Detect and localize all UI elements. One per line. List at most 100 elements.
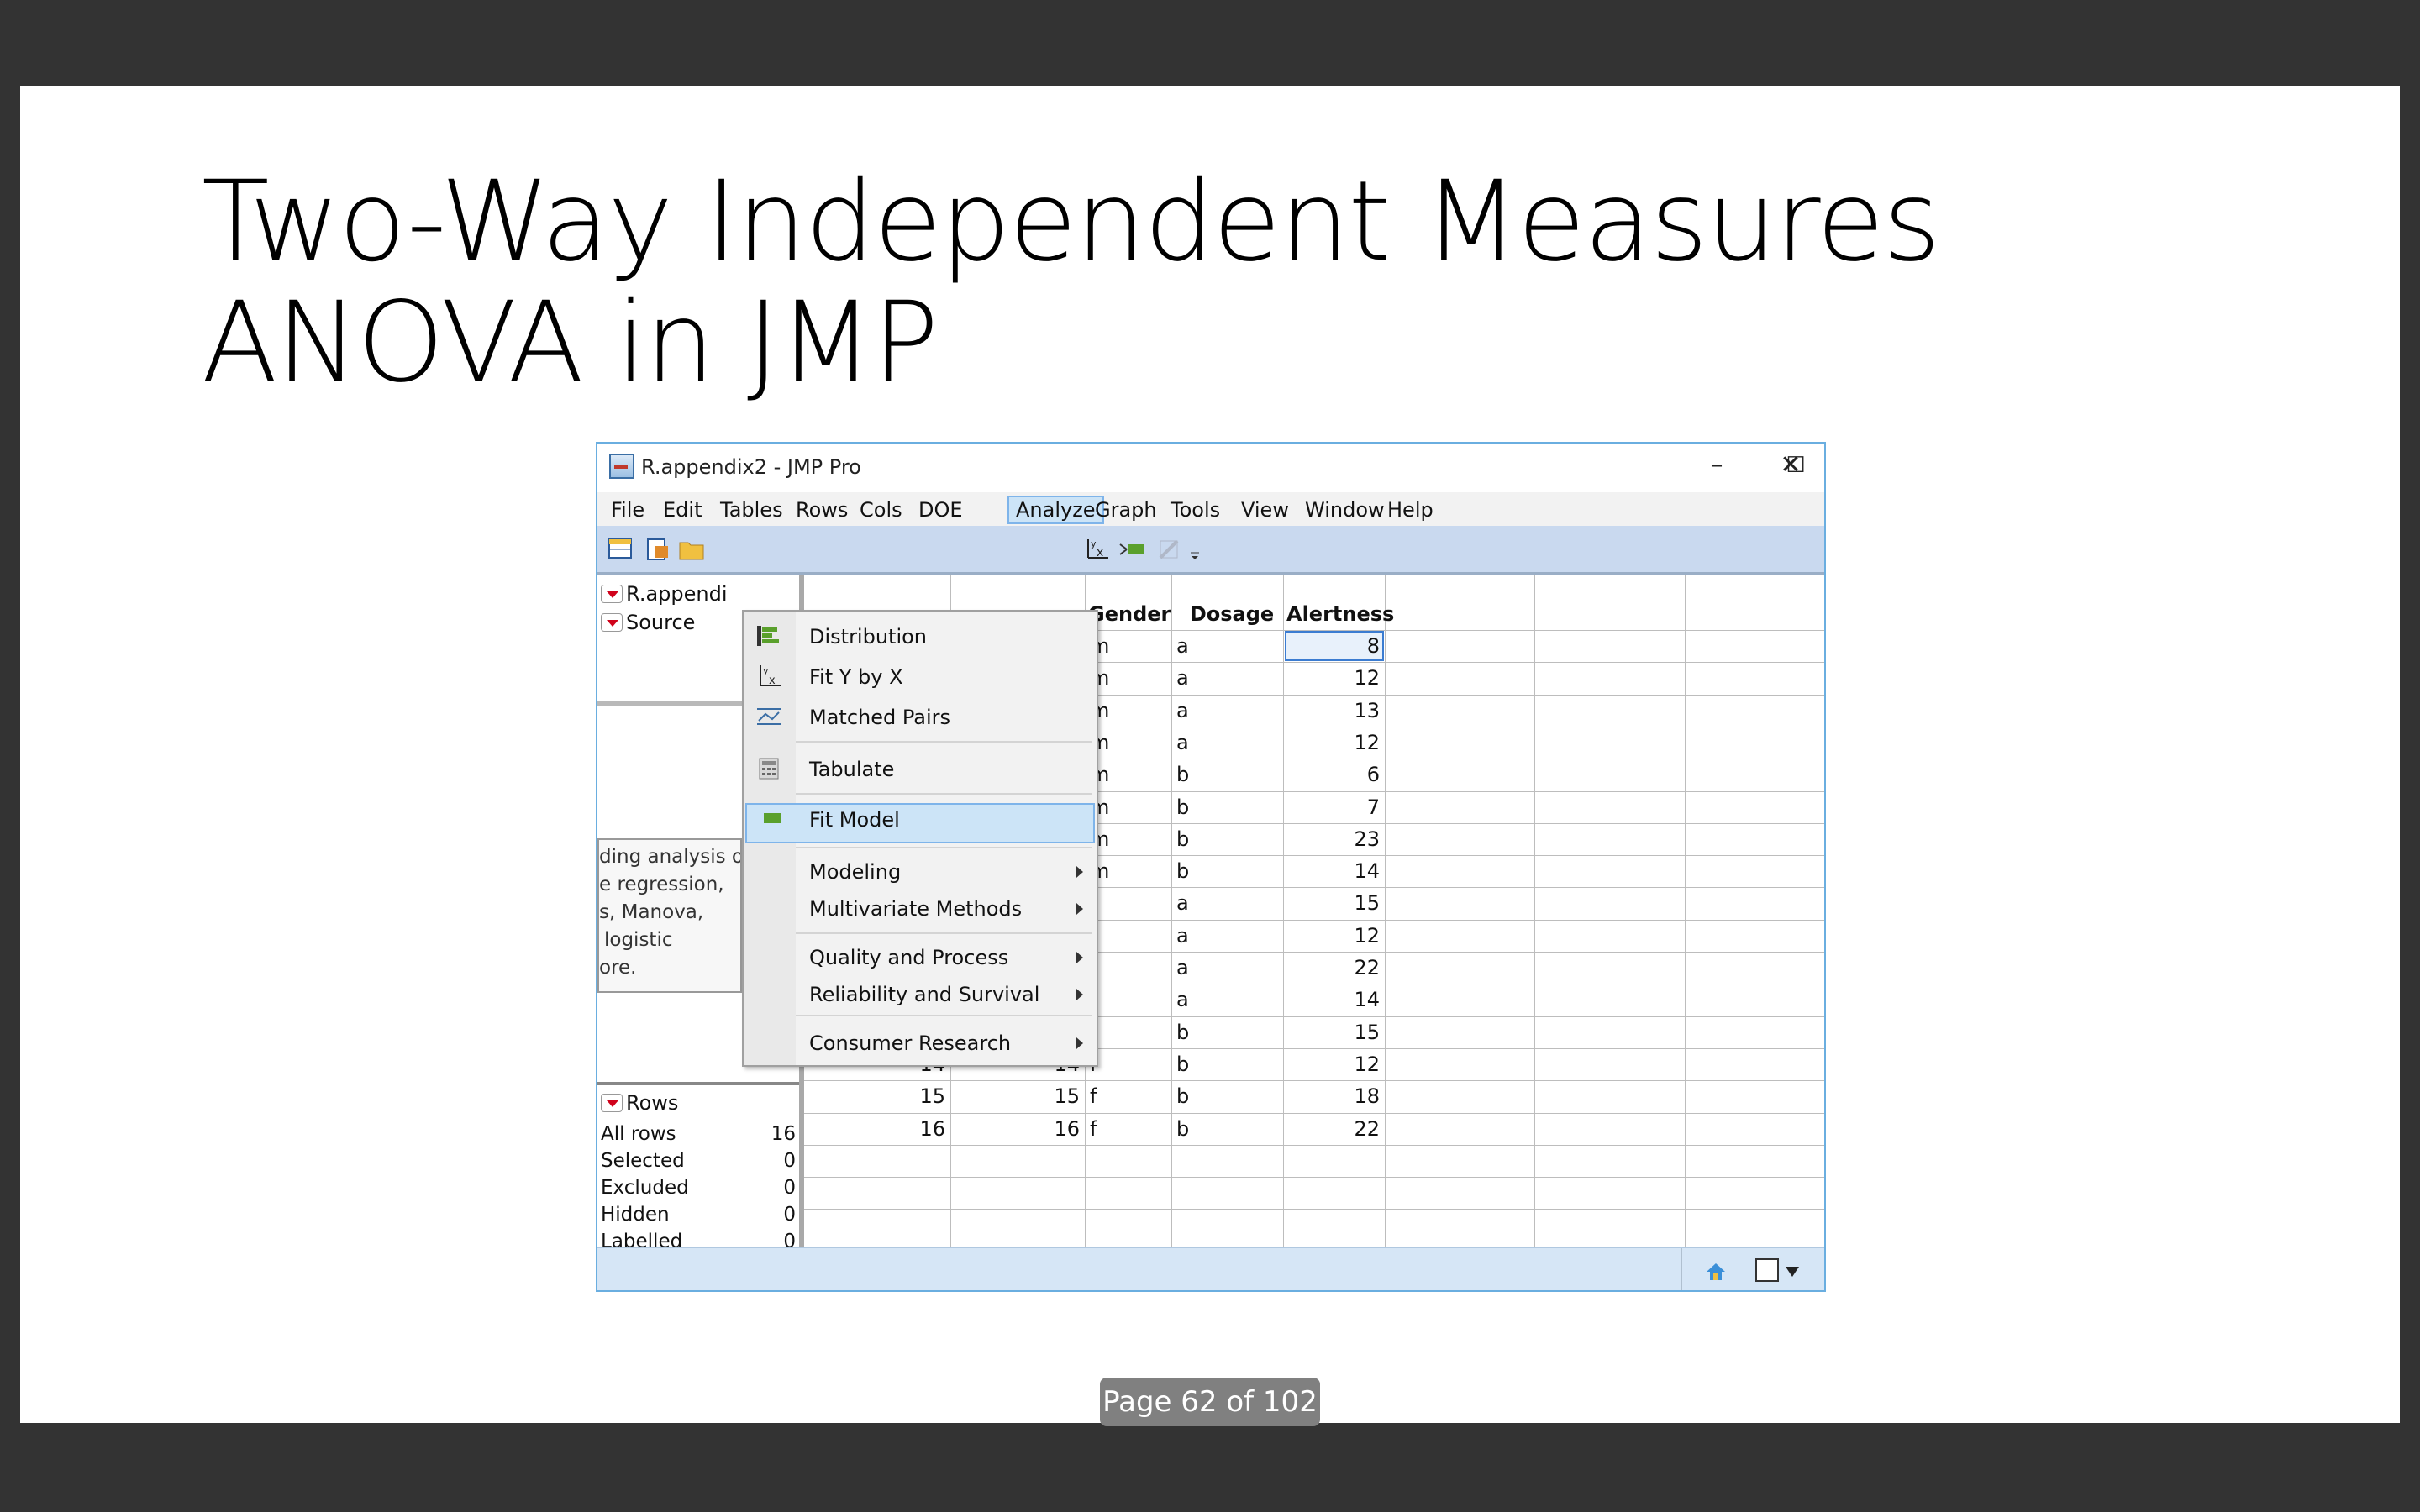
menu-item-modeling[interactable]: Modeling xyxy=(809,855,901,889)
table-cell[interactable]: a xyxy=(1176,984,1278,1016)
table-cell[interactable]: f xyxy=(1090,1048,1166,1080)
table-cell[interactable]: b xyxy=(1176,791,1278,823)
table-cell[interactable]: f xyxy=(1090,1113,1166,1145)
table-cell[interactable]: 15 xyxy=(1288,1016,1380,1048)
menu-item-consumer-research[interactable]: Consumer Research xyxy=(809,1026,1011,1060)
graph-builder-icon[interactable] xyxy=(1155,536,1184,563)
table-cell[interactable]: 13 xyxy=(1288,695,1380,727)
fit-model-toolbar-icon[interactable] xyxy=(1118,536,1147,563)
table-cell[interactable]: m xyxy=(1090,823,1166,855)
menu-tools[interactable]: Tools xyxy=(1164,496,1227,524)
table-cell[interactable]: b xyxy=(1176,823,1278,855)
source-header[interactable]: Source xyxy=(601,610,695,635)
table-cell[interactable]: 12 xyxy=(1288,727,1380,759)
table-cell[interactable]: f xyxy=(1090,984,1166,1016)
table-cell[interactable]: m xyxy=(1090,630,1166,662)
grid-column-divider[interactable] xyxy=(1283,575,1284,1247)
table-cell[interactable]: a xyxy=(1176,630,1278,662)
menu-graph[interactable]: Graph xyxy=(1088,496,1164,524)
fit-y-by-x-toolbar-icon[interactable]: xy xyxy=(1083,536,1112,563)
table-cell[interactable]: a xyxy=(1176,952,1278,984)
close-button[interactable]: ✕ xyxy=(1765,449,1816,482)
table-cell[interactable]: a xyxy=(1176,920,1278,952)
new-data-table-icon[interactable] xyxy=(606,536,634,563)
toolbar-overflow-icon[interactable] xyxy=(1189,536,1201,563)
table-cell[interactable]: a xyxy=(1176,662,1278,694)
rows-dropdown-icon[interactable] xyxy=(601,1094,623,1112)
menu-tables[interactable]: Tables xyxy=(713,496,790,524)
table-cell[interactable]: m xyxy=(1090,855,1166,887)
table-cell[interactable]: 6 xyxy=(1288,759,1380,790)
table-cell[interactable]: m xyxy=(1090,695,1166,727)
table-cell[interactable]: f xyxy=(1090,887,1166,919)
table-cell[interactable]: f xyxy=(1090,1080,1166,1112)
table-cell[interactable]: f xyxy=(1090,920,1166,952)
table-cell[interactable]: 18 xyxy=(1288,1080,1380,1112)
table-cell[interactable]: a xyxy=(1176,727,1278,759)
grid-column-divider[interactable] xyxy=(1534,575,1535,1247)
grid-row-divider xyxy=(804,1209,1824,1210)
table-cell[interactable]: a xyxy=(1176,887,1278,919)
table-cell[interactable]: a xyxy=(1176,695,1278,727)
menu-item-reliability-and-survival[interactable]: Reliability and Survival xyxy=(809,978,1039,1011)
table-cell[interactable]: m xyxy=(1090,759,1166,790)
home-icon[interactable] xyxy=(1705,1262,1727,1282)
grid-column-divider[interactable] xyxy=(1385,575,1386,1247)
menu-item-fit-model[interactable]: Fit Model xyxy=(809,803,900,837)
table-cell[interactable]: 14 xyxy=(1288,984,1380,1016)
table-panel-header[interactable]: R.appendi xyxy=(601,581,728,606)
grid-column-divider[interactable] xyxy=(1171,575,1172,1247)
menu-help[interactable]: Help xyxy=(1381,496,1440,524)
table-cell[interactable]: b xyxy=(1176,1080,1278,1112)
column-header-gender[interactable]: Gender xyxy=(1088,600,1172,628)
column-header-alertness[interactable]: Alertness xyxy=(1286,600,1394,628)
menu-window[interactable]: Window xyxy=(1298,496,1392,524)
menu-item-distribution[interactable]: Distribution xyxy=(809,620,927,654)
menu-item-fit-y-by-x[interactable]: Fit Y by X xyxy=(809,660,903,694)
row-number-cell[interactable]: 15 xyxy=(955,1080,1080,1112)
open-folder-icon[interactable] xyxy=(678,536,707,563)
table-cell[interactable]: 7 xyxy=(1288,791,1380,823)
table-cell[interactable]: b xyxy=(1176,1016,1278,1048)
table-cell[interactable]: b xyxy=(1176,759,1278,790)
window-list-box[interactable] xyxy=(1755,1258,1779,1282)
table-cell[interactable]: 12 xyxy=(1288,920,1380,952)
chevron-down-icon[interactable] xyxy=(1786,1267,1799,1277)
menu-cols[interactable]: Cols xyxy=(853,496,909,524)
table-cell[interactable]: m xyxy=(1090,791,1166,823)
menu-rows[interactable]: Rows xyxy=(789,496,855,524)
table-cell[interactable]: 23 xyxy=(1288,823,1380,855)
row-number-cell[interactable]: 15 xyxy=(809,1080,945,1112)
menu-edit[interactable]: Edit xyxy=(656,496,708,524)
menu-item-quality-and-process[interactable]: Quality and Process xyxy=(809,941,1008,974)
row-number-cell[interactable]: 16 xyxy=(955,1113,1080,1145)
table-panel-dropdown-icon[interactable] xyxy=(601,585,623,603)
table-cell[interactable]: f xyxy=(1090,1016,1166,1048)
menu-file[interactable]: File xyxy=(604,496,651,524)
minimize-button[interactable]: – xyxy=(1691,449,1742,482)
source-dropdown-icon[interactable] xyxy=(601,613,623,632)
table-cell[interactable]: b xyxy=(1176,1113,1278,1145)
menu-item-tabulate[interactable]: Tabulate xyxy=(809,753,894,786)
table-cell[interactable]: b xyxy=(1176,855,1278,887)
table-cell[interactable]: 12 xyxy=(1288,662,1380,694)
new-script-icon[interactable] xyxy=(643,536,671,563)
table-cell[interactable]: 8 xyxy=(1288,630,1380,662)
grid-column-divider[interactable] xyxy=(1685,575,1686,1247)
table-cell[interactable]: m xyxy=(1090,662,1166,694)
menu-item-matched-pairs[interactable]: Matched Pairs xyxy=(809,701,950,734)
row-number-cell[interactable]: 16 xyxy=(809,1113,945,1145)
table-cell[interactable]: b xyxy=(1176,1048,1278,1080)
menu-view[interactable]: View xyxy=(1234,496,1296,524)
table-cell[interactable]: m xyxy=(1090,727,1166,759)
table-cell[interactable]: 22 xyxy=(1288,1113,1380,1145)
table-cell[interactable]: 14 xyxy=(1288,855,1380,887)
table-cell[interactable]: 12 xyxy=(1288,1048,1380,1080)
menu-item-multivariate-methods[interactable]: Multivariate Methods xyxy=(809,892,1022,926)
menu-doe[interactable]: DOE xyxy=(912,496,970,524)
column-header-dosage[interactable]: Dosage xyxy=(1181,600,1283,628)
table-cell[interactable]: 22 xyxy=(1288,952,1380,984)
table-cell[interactable]: f xyxy=(1090,952,1166,984)
table-cell[interactable]: 15 xyxy=(1288,887,1380,919)
rows-header[interactable]: Rows xyxy=(601,1090,678,1116)
